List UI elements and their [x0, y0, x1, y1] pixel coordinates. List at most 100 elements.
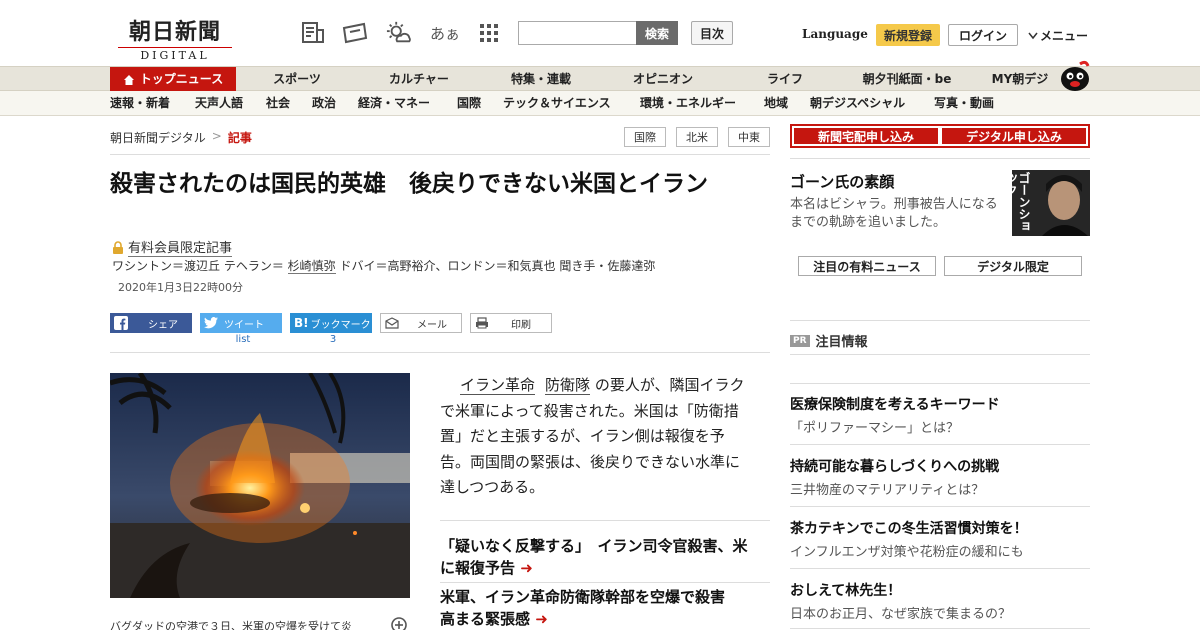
- nav-opinion[interactable]: オピニオン: [616, 67, 710, 92]
- register-button[interactable]: 新規登録: [876, 24, 940, 46]
- subnav-economy[interactable]: 経済・マネー: [358, 91, 430, 116]
- mail-share-button[interactable]: メール: [380, 313, 462, 333]
- article-headline: 殺害されたのは国民的英雄 後戻りできない米国とイラン: [110, 171, 708, 197]
- site-logo[interactable]: 朝日新聞 DIGITAL: [118, 14, 232, 62]
- divider: [790, 320, 1090, 321]
- logo-sub-text: DIGITAL: [118, 47, 232, 62]
- search-input[interactable]: [518, 21, 636, 45]
- pr-badge: PR: [790, 334, 810, 347]
- subnav-tech[interactable]: テック＆サイエンス: [503, 91, 611, 116]
- members-only-label[interactable]: 有料会員限定記事: [112, 237, 233, 257]
- pr-item-sub[interactable]: 「ポリファーマシー」とは？: [790, 417, 959, 436]
- font-size-toggle[interactable]: あぁ: [430, 20, 460, 46]
- feature-description: 本名はビシャラ。刑事被告人になるまでの軌跡を追いました。: [790, 197, 998, 230]
- lead-link-irgc[interactable]: イラン革命: [460, 376, 536, 395]
- search-button[interactable]: 検索: [636, 21, 678, 45]
- weather-icon[interactable]: [386, 20, 412, 46]
- mascot-icon: [1058, 58, 1092, 92]
- twitter-share-button[interactable]: ツイート: [200, 313, 282, 333]
- subscribe-paper-button[interactable]: 新聞宅配申し込み: [794, 128, 938, 144]
- facebook-icon: [114, 316, 128, 330]
- related-article-1[interactable]: 「疑いなく反撃する」 イラン司令官殺害、米に報復予告 ➜: [440, 535, 752, 579]
- subnav-society[interactable]: 社会: [266, 91, 290, 116]
- divider: [790, 158, 1090, 159]
- divider: [790, 383, 1090, 384]
- pr-item-title[interactable]: 茶カテキンでこの冬生活習慣対策を！: [790, 518, 1028, 538]
- zoom-in-icon[interactable]: [390, 616, 408, 630]
- article-photo[interactable]: [110, 373, 410, 598]
- tag-middle-east[interactable]: 中東: [728, 127, 770, 147]
- lock-icon: [113, 240, 123, 254]
- subnav-politics[interactable]: 政治: [312, 91, 336, 116]
- subscribe-digital-button[interactable]: デジタル申し込み: [942, 128, 1086, 144]
- related-article-2[interactable]: 米軍、イラン革命防衛隊幹部を空爆で殺害 高まる緊張感 ➜: [440, 586, 752, 630]
- subnav-tenseijingo[interactable]: 天声人語: [195, 91, 243, 116]
- language-link[interactable]: Language: [802, 27, 868, 41]
- feature-title[interactable]: ゴーン氏の素顔: [790, 171, 894, 192]
- pr-item-title[interactable]: おしえて林先生！: [790, 580, 901, 600]
- pr-item-sub[interactable]: 日本のお正月、なぜ家族で集まるの？: [790, 603, 1011, 622]
- divider: [440, 582, 770, 583]
- nav-top-news[interactable]: トップニュース: [110, 67, 236, 92]
- digital-only-tab[interactable]: デジタル限定: [944, 256, 1082, 276]
- feature-thumbnail[interactable]: ゴーンショック: [1012, 170, 1090, 236]
- article-lead: イラン革命 防衛隊 の要人が、隣国イラクで米軍によって殺害された。米国は「防衛措置…: [440, 373, 750, 501]
- ticket-icon[interactable]: [342, 20, 368, 46]
- nav-newspaper[interactable]: 朝夕刊紙面・be: [852, 67, 962, 92]
- nav-life[interactable]: ライフ: [738, 67, 832, 92]
- menu-label: メニュー: [1040, 29, 1089, 43]
- subnav-breaking[interactable]: 速報・新着: [110, 91, 170, 116]
- subnav-environment[interactable]: 環境・エネルギー: [640, 91, 736, 116]
- pr-heading: PR 注目情報: [790, 331, 868, 350]
- byline-author-link[interactable]: 杉崎慎弥: [287, 259, 336, 274]
- subnav-photo-video[interactable]: 写真・動画: [934, 91, 994, 116]
- newspaper-icon[interactable]: [300, 20, 326, 46]
- divider: [790, 354, 1090, 355]
- subnav-special[interactable]: 朝デジスペシャル: [810, 91, 905, 116]
- subnav-region[interactable]: 地域: [764, 91, 788, 116]
- nav-features[interactable]: 特集・連載: [494, 67, 588, 92]
- facebook-share-button[interactable]: シェア: [110, 313, 192, 333]
- subscription-box: 新聞宅配申し込み デジタル申し込み: [790, 124, 1090, 148]
- divider: [790, 506, 1090, 507]
- breadcrumb-home[interactable]: 朝日新聞デジタル: [110, 129, 206, 146]
- feature-thumbnail-label: ゴーンショック: [1012, 172, 1031, 232]
- subnav-international[interactable]: 国際: [457, 91, 481, 116]
- tag-international[interactable]: 国際: [624, 127, 666, 147]
- breadcrumb-current: 記事: [227, 131, 252, 145]
- divider: [790, 628, 1090, 629]
- index-button[interactable]: 目次: [691, 21, 733, 45]
- pr-item-sub[interactable]: インフルエンザ対策や花粉症の緩和にも: [790, 541, 1024, 560]
- divider: [110, 352, 770, 353]
- twitter-label: ツイート: [224, 319, 264, 331]
- arrow-right-icon: ➜: [535, 610, 548, 628]
- nav-culture[interactable]: カルチャー: [372, 67, 466, 92]
- hatena-count[interactable]: 3: [290, 334, 376, 345]
- hatena-icon: B!: [294, 316, 309, 330]
- nav-my-asahi[interactable]: MY朝デジ: [978, 67, 1062, 92]
- related-title: 「疑いなく反撃する」 イラン司令官殺害、米に報復予告: [440, 537, 748, 577]
- main-nav: トップニュース スポーツ カルチャー 特集・連載 オピニオン ライフ 朝夕刊紙面…: [0, 66, 1200, 92]
- logo-main-text: 朝日新聞: [128, 19, 221, 45]
- nav-sports[interactable]: スポーツ: [250, 67, 344, 92]
- hatena-bookmark-button[interactable]: B! ブックマーク: [290, 313, 372, 333]
- print-button[interactable]: 印刷: [470, 313, 552, 333]
- byline-prefix: ワシントン＝渡辺丘 テヘラン＝: [112, 259, 284, 273]
- publish-date: 2020年1月3日22時00分: [118, 281, 243, 294]
- pr-item-title[interactable]: 医療保険制度を考えるキーワード: [790, 394, 1000, 414]
- login-button[interactable]: ログイン: [948, 24, 1018, 46]
- home-icon: [123, 74, 134, 85]
- lead-link-guard[interactable]: 防衛隊: [545, 376, 591, 395]
- photo-caption: バグダッドの空港で３日、米軍の空爆を受けて炎: [110, 620, 352, 630]
- twitter-count[interactable]: list: [200, 334, 286, 345]
- pr-item-title[interactable]: 持続可能な暮らしづくりへの挑戦: [790, 456, 999, 476]
- mail-icon: [385, 317, 399, 329]
- paid-news-tab[interactable]: 注目の有料ニュース: [798, 256, 936, 276]
- hatena-label: ブックマーク: [310, 319, 371, 331]
- divider: [110, 154, 770, 155]
- apps-grid-icon[interactable]: [476, 20, 502, 46]
- related-title: 米軍、イラン革命防衛隊幹部を空爆で殺害 高まる緊張感: [440, 588, 741, 628]
- menu-button[interactable]: メニュー: [1028, 27, 1088, 44]
- pr-item-sub[interactable]: 三井物産のマテリアリティとは？: [790, 479, 984, 498]
- tag-north-america[interactable]: 北米: [676, 127, 718, 147]
